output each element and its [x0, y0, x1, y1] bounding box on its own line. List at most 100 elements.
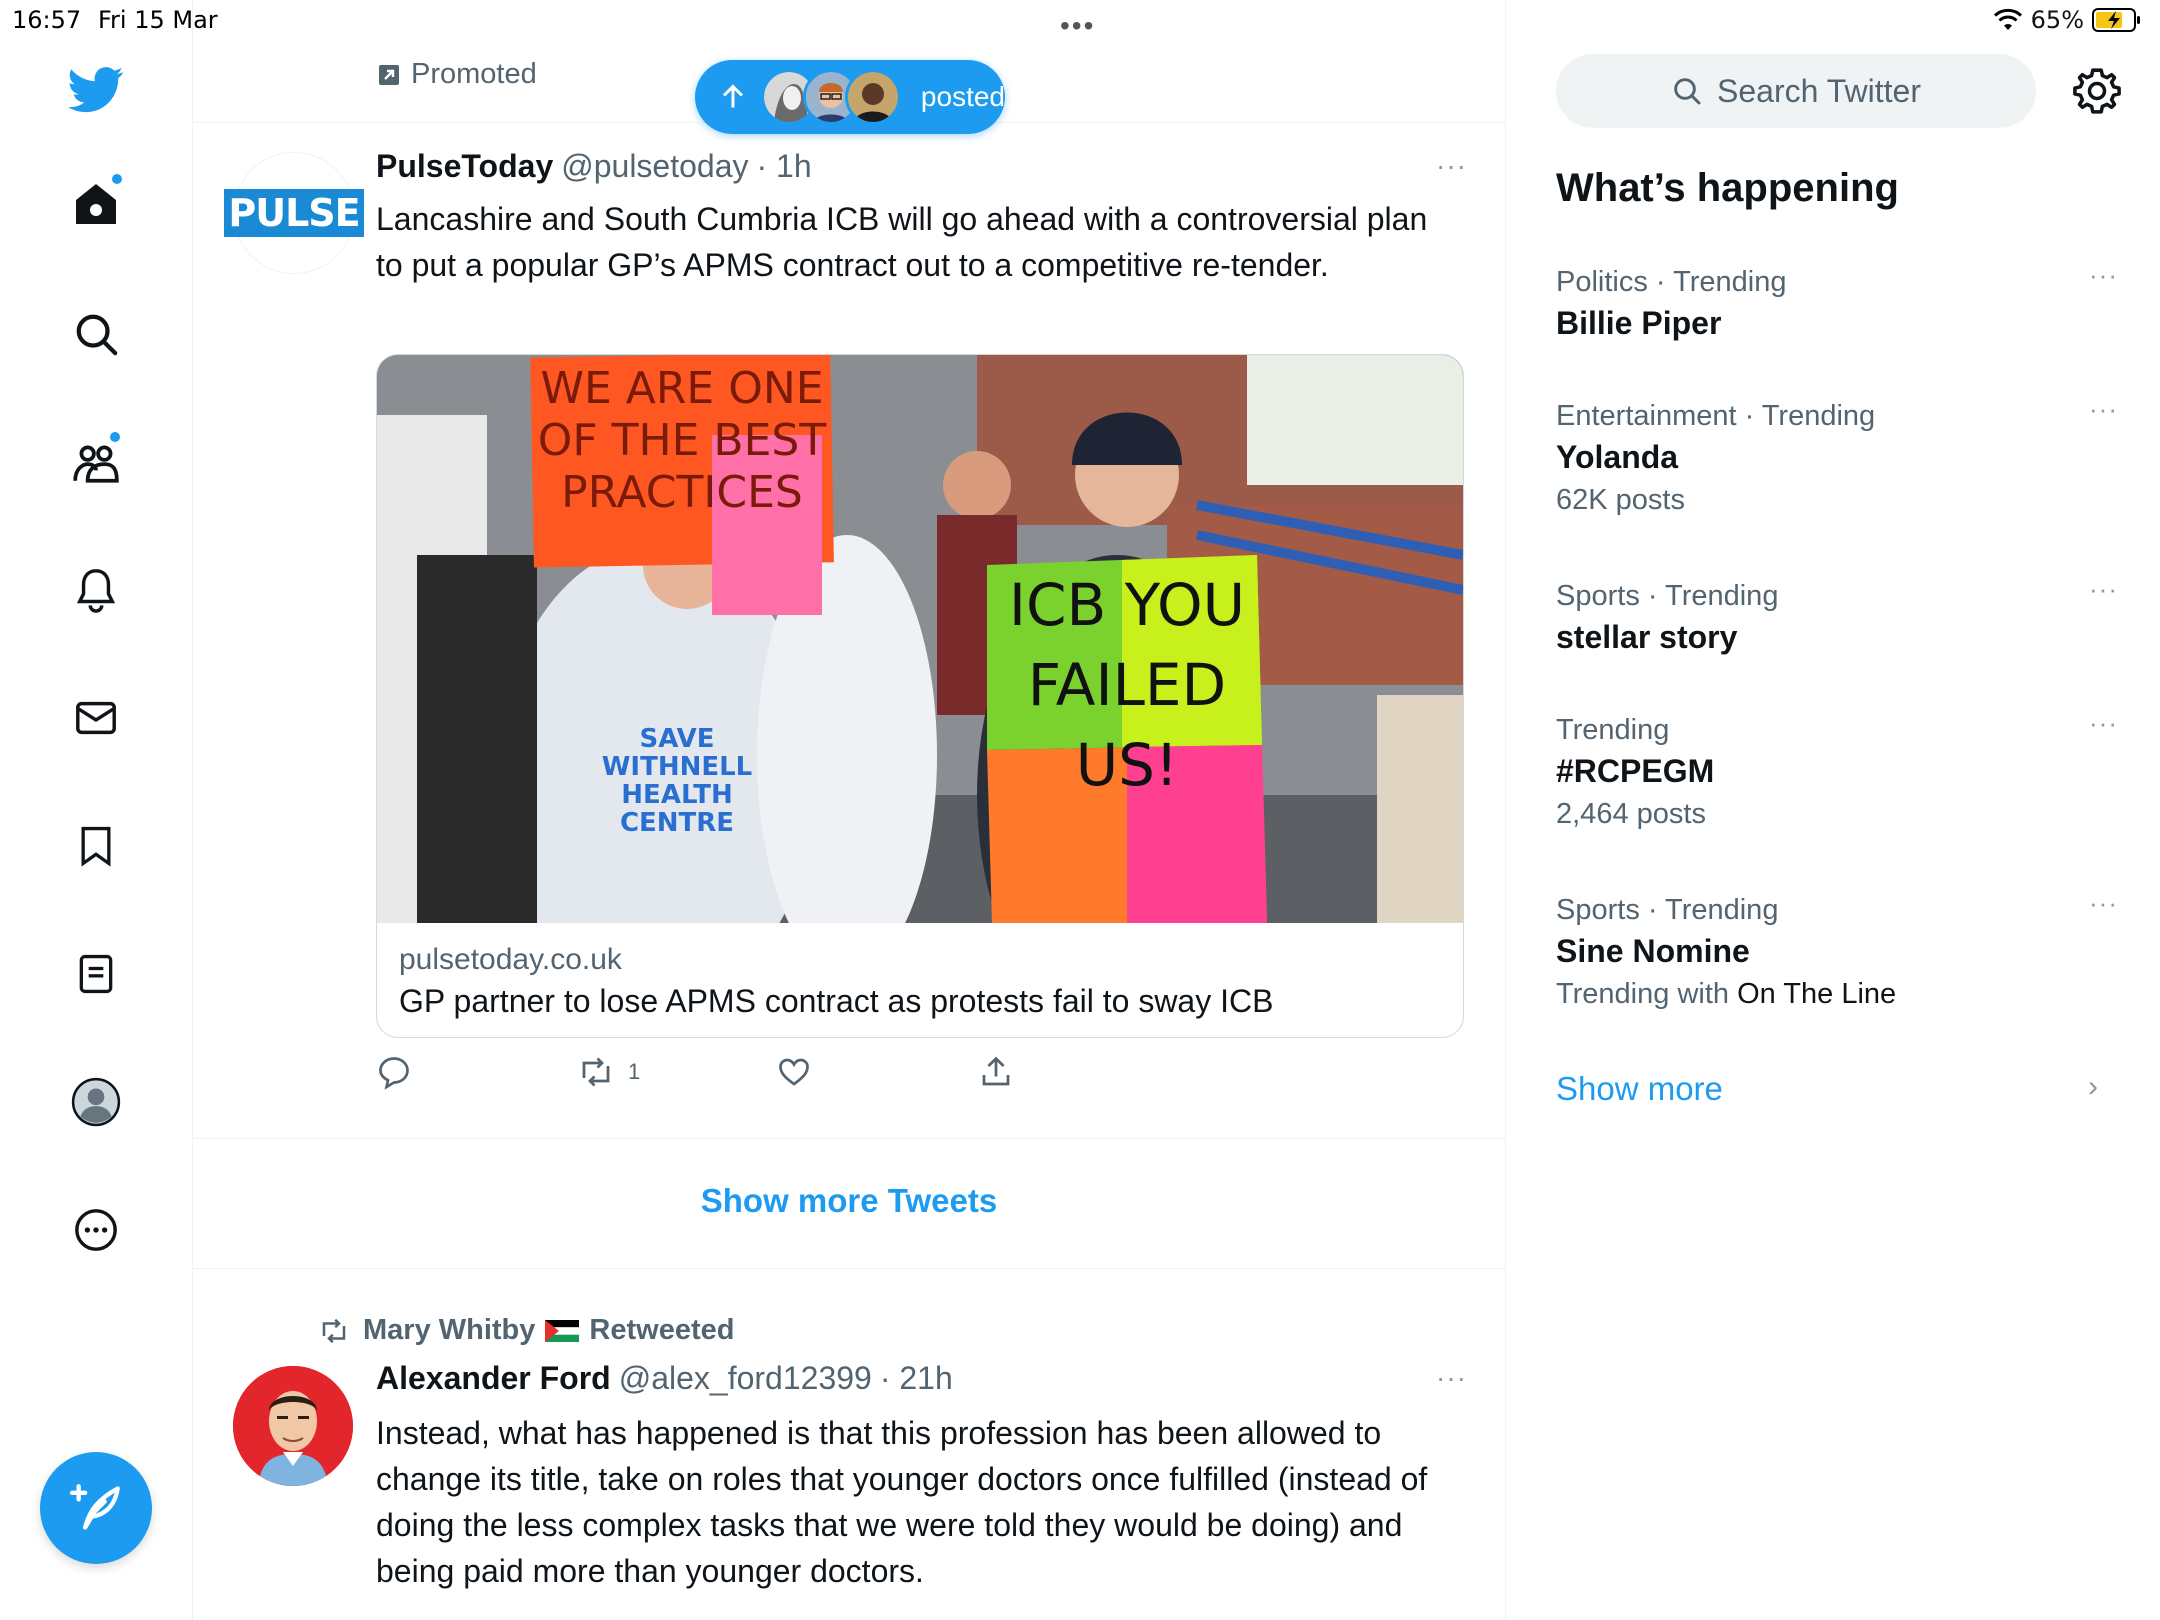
share-icon — [982, 1056, 1010, 1086]
twitter-logo-icon[interactable] — [66, 60, 126, 120]
retweet-count: 1 — [628, 1059, 641, 1084]
tweet-header: PulseToday @pulsetoday · 1h — [376, 148, 812, 185]
nav-messages[interactable] — [66, 688, 126, 748]
link-card[interactable]: WE ARE ONE OF THE BEST PRACTICES ICB YOU… — [376, 354, 1464, 1038]
nav-notifications[interactable] — [66, 560, 126, 620]
tweet-author-handle[interactable]: @pulsetoday — [561, 148, 748, 185]
link-card-title: GP partner to lose APMS contract as prot… — [399, 983, 1274, 1019]
right-sidebar: Search Twitter What’s happening Politics… — [1506, 0, 2160, 1620]
trend-item[interactable]: Trending #RCPEGM 2,464 posts ··· — [1556, 708, 2117, 834]
alexander-ford-avatar[interactable] — [233, 1366, 353, 1486]
tweet-header: Alexander Ford @alex_ford12399 · 21h — [376, 1360, 953, 1397]
bookmark-icon — [81, 826, 111, 867]
flag-icon — [545, 1319, 580, 1342]
trend-item[interactable]: Politics · Trending Billie Piper ··· — [1556, 260, 2117, 346]
arrow-up-icon — [722, 84, 743, 108]
protest-sign-text-1: WE ARE ONE OF THE BEST PRACTICES — [537, 363, 827, 518]
tweet-text: Instead, what has happened is that this … — [376, 1415, 1428, 1589]
trend-related-prefix: Trending with — [1556, 978, 1730, 1010]
cartoon-portrait — [233, 1366, 353, 1486]
nav-more[interactable] — [66, 1200, 126, 1260]
trend-category: Sports · Trending — [1556, 894, 1779, 926]
pulsetoday-avatar[interactable]: PULSE — [224, 152, 364, 274]
trend-item[interactable]: Sports · Trending stellar story ··· — [1556, 574, 2117, 660]
profile-avatar-icon — [71, 1077, 121, 1127]
trend-name: Sine Nomine — [1556, 933, 1750, 969]
search-input[interactable]: Search Twitter — [1556, 54, 2036, 128]
protest-shirt-text: SAVE WITHNELL HEALTH CENTRE — [601, 724, 753, 838]
more-circle-icon — [75, 1209, 117, 1251]
retweet-button[interactable]: 1 — [576, 1054, 640, 1090]
retweet-context: Mary Whitby Retweeted — [315, 1314, 734, 1347]
chevron-right-icon[interactable]: › — [2088, 1070, 2098, 1104]
nav-communities[interactable] — [66, 432, 126, 492]
retweeted-by-name[interactable]: Mary Whitby — [363, 1314, 535, 1347]
new-posts-pill[interactable]: posted — [695, 60, 1005, 134]
promoted-label: Promoted — [411, 58, 537, 90]
promoted-icon — [379, 64, 399, 85]
share-button[interactable] — [978, 1054, 1014, 1090]
trend-category: Entertainment · Trending — [1556, 400, 1876, 432]
tweet-author-name[interactable]: Alexander Ford — [376, 1360, 611, 1397]
nav-home[interactable] — [66, 174, 126, 234]
tweet-more-button[interactable]: ··· — [1436, 150, 1467, 182]
trend-more-button[interactable]: ··· — [2089, 888, 2118, 919]
tweet-more-button[interactable]: ··· — [1436, 1362, 1467, 1394]
trend-name: Billie Piper — [1556, 305, 1722, 341]
search-placeholder: Search Twitter — [1717, 72, 1921, 109]
tweet-text: Lancashire and South Cumbria ICB will go… — [376, 201, 1428, 283]
tweet-time[interactable]: · 1h — [757, 148, 812, 185]
bell-icon — [76, 569, 116, 613]
gear-icon — [2073, 68, 2121, 114]
reply-button[interactable] — [376, 1054, 412, 1090]
nav-explore[interactable] — [66, 304, 126, 364]
trend-more-button[interactable]: ··· — [2089, 260, 2118, 291]
settings-button[interactable] — [2072, 66, 2122, 116]
tweet-actions: 1 — [376, 1054, 1376, 1100]
like-button[interactable] — [776, 1054, 812, 1090]
nav-profile[interactable] — [66, 1072, 126, 1132]
protest-sign-text-2: ICB YOU FAILED US! — [1008, 571, 1246, 799]
trend-name: #RCPEGM — [1556, 753, 1715, 789]
timeline: Promoted PULSE PulseToday @pulsetoday · … — [193, 0, 1506, 1620]
promoted-indicator: Promoted — [377, 58, 537, 91]
mail-icon — [76, 701, 116, 735]
nav-bookmarks[interactable] — [66, 816, 126, 876]
home-icon — [76, 184, 116, 224]
retweeted-label: Retweeted — [589, 1314, 735, 1346]
trend-category: Trending — [1556, 714, 1670, 746]
tweet-author-handle[interactable]: @alex_ford12399 — [619, 1360, 872, 1397]
tweet-author-name[interactable]: PulseToday — [376, 148, 553, 185]
poster-avatar — [844, 69, 901, 125]
tweet-time[interactable]: · 21h — [880, 1360, 953, 1397]
pill-avatars — [755, 69, 901, 125]
compose-feather-icon — [70, 1484, 120, 1530]
retweet-icon — [582, 1057, 610, 1087]
trend-category: Politics · Trending — [1556, 266, 1787, 298]
trend-name: Yolanda — [1556, 439, 1679, 475]
trend-more-button[interactable]: ··· — [2089, 708, 2118, 739]
link-card-domain: pulsetoday.co.uk — [399, 943, 622, 976]
whats-happening-title: What’s happening — [1556, 166, 1899, 210]
trend-category: Sports · Trending — [1556, 580, 1779, 612]
heart-icon — [779, 1058, 809, 1086]
nav-lists[interactable] — [66, 944, 126, 1004]
trend-item[interactable]: Sports · Trending Sine Nomine Trending w… — [1556, 888, 2117, 1014]
trend-post-count: 2,464 posts — [1556, 798, 1706, 830]
pulse-logo: PULSE — [224, 189, 364, 237]
lists-icon — [79, 954, 113, 994]
search-icon — [76, 314, 118, 356]
trend-item[interactable]: Entertainment · Trending Yolanda 62K pos… — [1556, 394, 2117, 520]
link-card-image: WE ARE ONE OF THE BEST PRACTICES ICB YOU… — [377, 355, 1463, 923]
divider — [193, 1268, 1505, 1269]
trend-related-term[interactable]: On The Line — [1737, 978, 1896, 1010]
communities-icon — [73, 445, 119, 483]
show-more-trends-link[interactable]: Show more — [1556, 1070, 1723, 1108]
trend-more-button[interactable]: ··· — [2089, 394, 2118, 425]
new-posts-label: posted — [920, 81, 1005, 112]
show-more-tweets-link[interactable]: Show more Tweets — [193, 1182, 1505, 1220]
trend-more-button[interactable]: ··· — [2089, 574, 2118, 605]
communities-notification-dot — [110, 432, 120, 442]
compose-tweet-button[interactable] — [40, 1452, 152, 1564]
left-navigation — [0, 0, 193, 1620]
